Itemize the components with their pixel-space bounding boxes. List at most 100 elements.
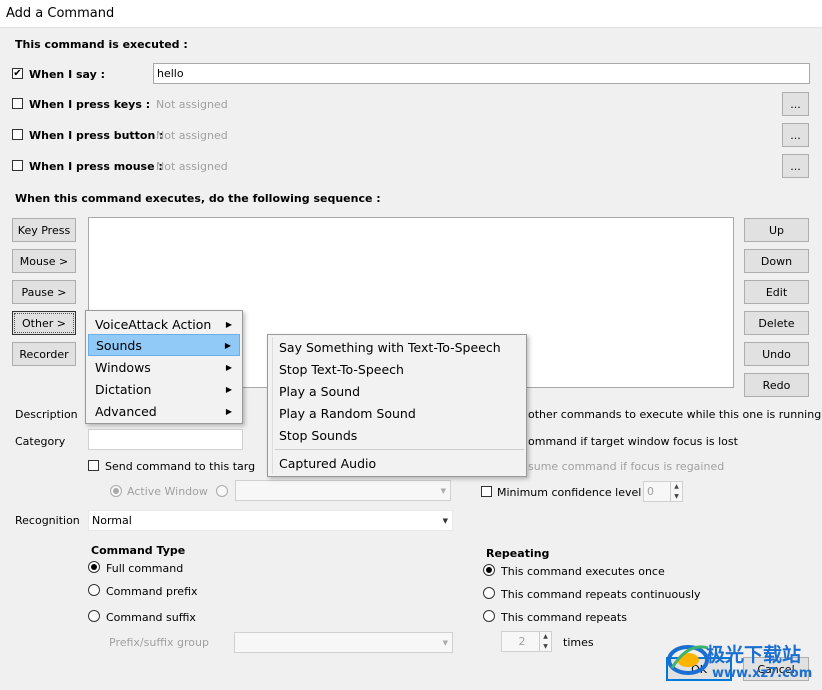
other-button[interactable]: Other >: [12, 311, 76, 335]
menu-item-label: Dictation: [95, 381, 152, 397]
up-button[interactable]: Up: [744, 218, 809, 242]
watermark-text: 极光下载站: [706, 644, 802, 666]
min-confidence-checkbox[interactable]: [481, 486, 492, 497]
repeats-times-label: This command repeats: [501, 611, 627, 624]
min-confidence-value: 0: [647, 485, 654, 498]
when-i-say-value: hello: [157, 67, 184, 80]
recognition-value: Normal: [92, 514, 132, 527]
mouse-button[interactable]: Mouse >: [12, 249, 76, 273]
press-mouse-value: Not assigned: [156, 160, 228, 173]
menu-item-say-tts[interactable]: Say Something with Text-To-Speech: [270, 336, 524, 358]
repeats-continuously-radio[interactable]: [483, 587, 495, 599]
menu-item-label: VoiceAttack Action: [95, 316, 212, 332]
repeat-count-spinner[interactable]: 2 ▲ ▼: [501, 631, 552, 652]
press-button-assign-button[interactable]: ...: [782, 123, 809, 147]
full-command-label: Full command: [106, 562, 184, 575]
spin-down-icon[interactable]: ▼: [670, 491, 682, 501]
active-window-label: Active Window: [127, 485, 208, 498]
command-suffix-radio[interactable]: [88, 610, 100, 622]
press-mouse-label: When I press mouse :: [29, 160, 163, 173]
sequence-header: When this command executes, do the follo…: [15, 192, 381, 205]
repeats-times-radio[interactable]: [483, 610, 495, 622]
menu-item-advanced[interactable]: Advanced ▶: [88, 400, 240, 422]
recognition-label: Recognition: [15, 514, 80, 527]
active-window-radio[interactable]: [110, 485, 122, 497]
press-keys-value: Not assigned: [156, 98, 228, 111]
press-button-value: Not assigned: [156, 129, 228, 142]
allow-other-commands-text: other commands to execute while this one…: [528, 408, 822, 421]
full-command-radio[interactable]: [88, 561, 100, 573]
menu-item-label: Advanced: [95, 403, 157, 419]
spin-down-icon[interactable]: ▼: [539, 641, 551, 651]
spin-up-icon[interactable]: ▲: [670, 482, 682, 492]
press-mouse-checkbox[interactable]: [12, 160, 23, 171]
when-i-say-label: When I say :: [29, 68, 106, 81]
down-button[interactable]: Down: [744, 249, 809, 273]
pause-button[interactable]: Pause >: [12, 280, 76, 304]
menu-item-voiceattack-action[interactable]: VoiceAttack Action ▶: [88, 313, 240, 335]
menu-item-windows[interactable]: Windows ▶: [88, 356, 240, 378]
chevron-right-icon: ▶: [225, 362, 232, 372]
recorder-button[interactable]: Recorder: [12, 342, 76, 366]
press-keys-assign-button[interactable]: ...: [782, 92, 809, 116]
category-input[interactable]: [88, 429, 243, 450]
command-type-header: Command Type: [91, 544, 186, 557]
chevron-right-icon: ▶: [225, 406, 232, 416]
watermark-url: www.xz7.com: [712, 666, 813, 681]
menu-item-label: Windows: [95, 359, 151, 375]
redo-button[interactable]: Redo: [744, 373, 809, 397]
target-window-dropdown[interactable]: ▼: [235, 480, 451, 501]
title-bar: Add a Command: [0, 0, 822, 28]
menu-item-sounds[interactable]: Sounds ▶: [88, 334, 240, 356]
key-press-button[interactable]: Key Press: [12, 218, 76, 242]
chevron-right-icon: ▶: [225, 319, 232, 329]
send-to-target-checkbox[interactable]: [88, 460, 99, 471]
repeats-continuously-label: This command repeats continuously: [501, 588, 701, 601]
window-title: Add a Command: [6, 6, 115, 21]
executes-once-label: This command executes once: [501, 565, 665, 578]
press-keys-label: When I press keys :: [29, 98, 151, 111]
prefix-suffix-group-dropdown[interactable]: ▼: [234, 632, 453, 653]
spin-up-icon[interactable]: ▲: [539, 632, 551, 642]
menu-item-dictation[interactable]: Dictation ▶: [88, 378, 240, 400]
delete-button[interactable]: Delete: [744, 311, 809, 335]
other-menu: VoiceAttack Action ▶ Sounds ▶ Windows ▶ …: [85, 310, 243, 424]
menu-item-stop-tts[interactable]: Stop Text-To-Speech: [270, 358, 524, 380]
menu-item-play-sound[interactable]: Play a Sound: [270, 380, 524, 402]
chevron-right-icon: ▶: [224, 340, 231, 350]
undo-button[interactable]: Undo: [744, 342, 809, 366]
when-i-say-input[interactable]: hello: [153, 63, 810, 84]
edit-button[interactable]: Edit: [744, 280, 809, 304]
min-confidence-label: Minimum confidence level: [497, 486, 642, 499]
description-label: Description: [15, 408, 78, 421]
specific-window-radio[interactable]: [216, 485, 228, 497]
executes-once-radio[interactable]: [483, 564, 495, 576]
chevron-down-icon: ▼: [442, 516, 448, 525]
min-confidence-spinner[interactable]: 0 ▲ ▼: [643, 481, 683, 502]
menu-item-label: Sounds: [96, 337, 142, 353]
menu-item-stop-sounds[interactable]: Stop Sounds: [270, 424, 524, 446]
times-label: times: [563, 636, 594, 649]
when-i-say-checkbox[interactable]: ✔: [12, 68, 23, 79]
press-button-checkbox[interactable]: [12, 129, 23, 140]
stop-on-focus-lost-text: ommand if target window focus is lost: [528, 435, 738, 448]
repeat-count-value: 2: [518, 635, 526, 648]
recognition-dropdown[interactable]: Normal ▼: [88, 510, 453, 531]
command-suffix-label: Command suffix: [106, 611, 196, 624]
press-button-label: When I press button :: [29, 129, 164, 142]
press-mouse-assign-button[interactable]: ...: [782, 154, 809, 178]
resume-on-focus-text: sume command if focus is regained: [528, 460, 725, 473]
menu-separator: [275, 449, 524, 450]
command-prefix-radio[interactable]: [88, 584, 100, 596]
menu-item-play-random-sound[interactable]: Play a Random Sound: [270, 402, 524, 424]
chevron-right-icon: ▶: [225, 384, 232, 394]
executed-header: This command is executed :: [15, 38, 188, 51]
menu-item-captured-audio[interactable]: Captured Audio: [270, 452, 524, 474]
repeating-header: Repeating: [486, 547, 550, 560]
chevron-down-icon: ▼: [440, 486, 446, 495]
chevron-down-icon: ▼: [442, 638, 448, 647]
send-to-target-label: Send command to this targ: [105, 460, 256, 473]
prefix-suffix-group-label: Prefix/suffix group: [109, 636, 209, 649]
sounds-submenu: Say Something with Text-To-Speech Stop T…: [267, 334, 527, 477]
press-keys-checkbox[interactable]: [12, 98, 23, 109]
